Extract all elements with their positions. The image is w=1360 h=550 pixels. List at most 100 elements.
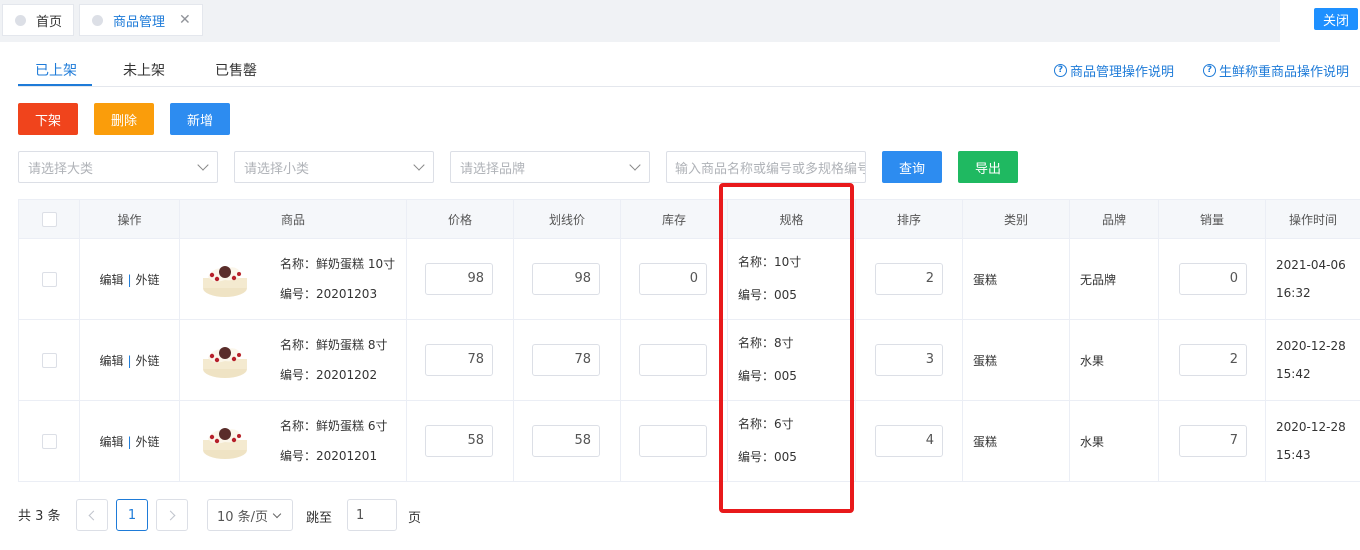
page-suffix: 页 — [408, 511, 422, 526]
sort-cell: 3 — [855, 319, 963, 401]
chevron-right-icon — [165, 510, 176, 520]
op-date: 2020-12-28 — [1276, 420, 1346, 434]
external-link[interactable]: 外链 — [136, 273, 160, 287]
external-link[interactable]: 外链 — [136, 435, 160, 449]
separator: | — [127, 272, 132, 287]
category-cell: 蛋糕 — [962, 238, 1070, 320]
goods-table: 操作 商品 价格 划线价 库存 规格 排序 类别 品牌 销量 操作时间 编辑 | 外… — [18, 199, 1360, 482]
cake-thumbnail — [203, 266, 247, 297]
op-date: 2020-12-28 — [1276, 339, 1346, 353]
table-header: 销量 — [1158, 199, 1266, 239]
tab-home-label: 首页 — [36, 14, 63, 30]
list-price-input[interactable]: 58 — [532, 425, 600, 457]
row-select-cell — [18, 319, 80, 401]
stock-cell — [620, 400, 728, 482]
sort-input[interactable]: 2 — [875, 263, 943, 295]
cake-thumbnail — [203, 428, 247, 459]
price-input[interactable]: 78 — [425, 344, 493, 376]
table-header: 商品 — [179, 199, 407, 239]
stock-input[interactable] — [639, 425, 707, 457]
tab-on-shelf[interactable]: 已上架 — [35, 60, 77, 80]
sales-input[interactable]: 0 — [1179, 263, 1247, 295]
tab-home[interactable]: 首页 — [2, 4, 74, 36]
category-cell: 蛋糕 — [962, 400, 1070, 482]
sales-input[interactable]: 7 — [1179, 425, 1247, 457]
sort-cell: 2 — [855, 238, 963, 320]
brand-cell: 无品牌 — [1069, 238, 1159, 320]
table-row: 编辑 | 外链 名称：鲜奶蛋糕 8寸 编号：20201202 78 78 名称：… — [18, 319, 1360, 401]
delete-button[interactable]: 删除 — [94, 103, 154, 135]
checkbox[interactable] — [41, 352, 57, 368]
tab-sold-out[interactable]: 已售罄 — [215, 60, 257, 80]
checkbox[interactable] — [41, 271, 57, 287]
list-price-cell: 78 — [513, 319, 621, 401]
page-size-select[interactable]: 10 条/页 — [207, 499, 293, 531]
highlight-box — [719, 183, 854, 513]
jump-page-input[interactable]: 1 — [347, 499, 397, 531]
table-header: 类别 — [962, 199, 1070, 239]
table-row: 编辑 | 外链 名称：鲜奶蛋糕 6寸 编号：20201201 58 58 名称：… — [18, 400, 1360, 482]
price-cell: 58 — [406, 400, 514, 482]
stock-input[interactable] — [639, 344, 707, 376]
goods-code: 编号：20201202 — [280, 368, 378, 382]
edit-link[interactable]: 编辑 — [99, 354, 123, 368]
export-button[interactable]: 导出 — [958, 151, 1018, 183]
edit-link[interactable]: 编辑 — [99, 435, 123, 449]
goods-code: 编号：20201201 — [280, 449, 378, 463]
checkbox[interactable] — [41, 211, 57, 227]
checkbox[interactable] — [41, 433, 57, 449]
chevron-down-icon — [272, 509, 282, 518]
ops-cell: 编辑 | 外链 — [79, 400, 180, 482]
next-page-button[interactable] — [156, 499, 188, 531]
prev-page-button[interactable] — [76, 499, 108, 531]
table-header: 品牌 — [1069, 199, 1159, 239]
stock-input[interactable]: 0 — [639, 263, 707, 295]
page-1-button[interactable]: 1 — [116, 499, 148, 531]
sales-cell: 2 — [1158, 319, 1266, 401]
sort-input[interactable]: 4 — [875, 425, 943, 457]
search-input-placeholder: 输入商品名称或编号或多规格编号 — [675, 161, 866, 177]
category-select[interactable]: 请选择大类 — [18, 151, 218, 183]
help-link-fresh-label: 生鲜称重商品操作说明 — [1219, 65, 1350, 80]
close-tab-icon[interactable]: ✕ — [179, 12, 191, 28]
goods-cell: 名称：鲜奶蛋糕 8寸 编号：20201202 — [179, 319, 407, 401]
ops-cell: 编辑 | 外链 — [79, 238, 180, 320]
time-cell: 2020-12-28 15:43 — [1265, 400, 1360, 482]
price-input[interactable]: 58 — [425, 425, 493, 457]
add-button[interactable]: 新增 — [170, 103, 230, 135]
table-header: 操作 — [79, 199, 180, 239]
close-button[interactable]: 关闭 — [1314, 8, 1358, 30]
category-select-value: 请选择大类 — [28, 161, 94, 177]
op-time: 16:32 — [1276, 286, 1311, 300]
goods-name: 名称：鲜奶蛋糕 10寸 — [280, 257, 396, 271]
price-input[interactable]: 98 — [425, 263, 493, 295]
help-link-fresh[interactable]: ? 生鲜称重商品操作说明 — [1203, 61, 1349, 80]
page-size-value: 10 条/页 — [217, 509, 269, 525]
list-price-input[interactable]: 78 — [532, 344, 600, 376]
brand-select[interactable]: 请选择品牌 — [450, 151, 650, 183]
jump-label: 跳至 — [306, 511, 333, 526]
sort-input[interactable]: 3 — [875, 344, 943, 376]
goods-code: 编号：20201203 — [280, 287, 378, 301]
subcategory-select[interactable]: 请选择小类 — [234, 151, 434, 183]
list-price-input[interactable]: 98 — [532, 263, 600, 295]
tab-goods-management[interactable]: 商品管理 ✕ — [79, 4, 203, 36]
query-button[interactable]: 查询 — [882, 151, 942, 183]
list-price-cell: 98 — [513, 238, 621, 320]
edit-link[interactable]: 编辑 — [99, 273, 123, 287]
sort-cell: 4 — [855, 400, 963, 482]
top-tab-bar: 首页 商品管理 ✕ 关闭 — [0, 0, 1360, 42]
external-link[interactable]: 外链 — [136, 354, 160, 368]
goods-cell: 名称：鲜奶蛋糕 10寸 编号：20201203 — [179, 238, 407, 320]
search-input[interactable]: 输入商品名称或编号或多规格编号 — [666, 151, 866, 183]
header-select-all[interactable] — [18, 199, 80, 239]
sales-input[interactable]: 2 — [1179, 344, 1247, 376]
category-cell: 蛋糕 — [962, 319, 1070, 401]
table-header: 操作时间 — [1265, 199, 1360, 239]
chevron-down-icon — [197, 159, 209, 171]
price-cell: 98 — [406, 238, 514, 320]
offshelf-button[interactable]: 下架 — [18, 103, 78, 135]
help-link-goods[interactable]: ? 商品管理操作说明 — [1054, 61, 1174, 80]
tab-off-shelf[interactable]: 未上架 — [123, 60, 165, 80]
question-icon: ? — [1054, 64, 1067, 77]
